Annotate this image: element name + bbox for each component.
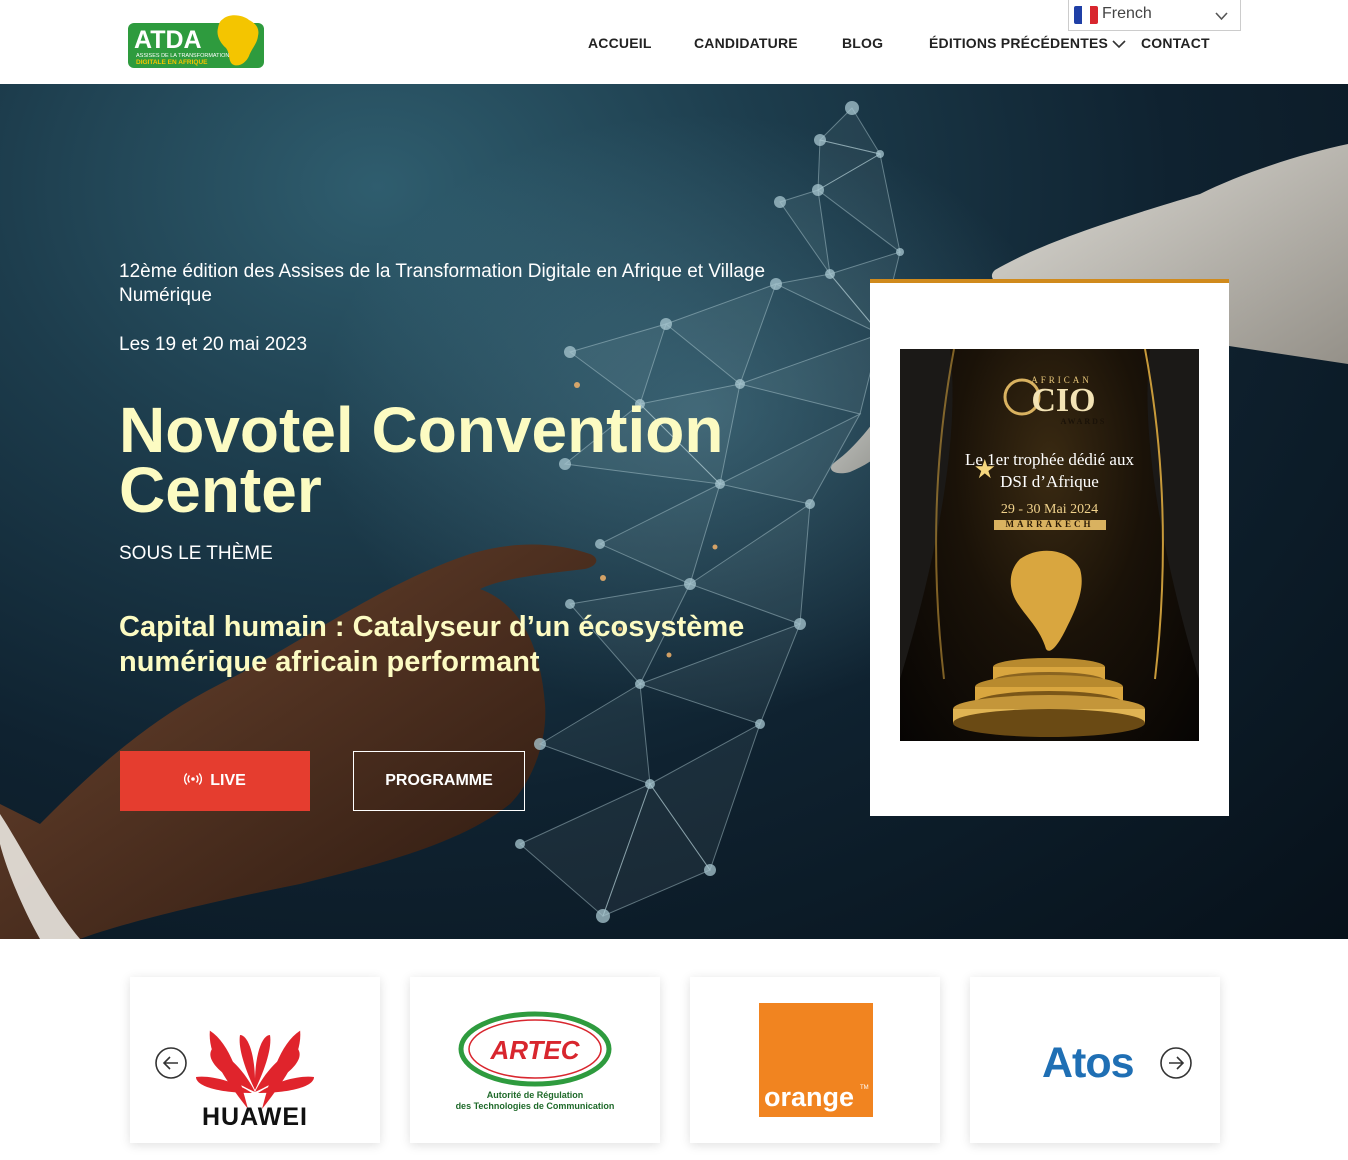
live-button[interactable]: LIVE (120, 751, 310, 811)
orange-wordmark: orange (764, 1082, 854, 1112)
partners-carousel: HUAWEI ARTEC Autorité de Régulation des … (0, 939, 1348, 1160)
venue-title: Novotel Convention Center (119, 394, 724, 526)
chevron-down-icon (1215, 8, 1228, 26)
artec-wordmark: ARTEC (489, 1035, 580, 1065)
svg-text:DIGITALE EN AFRIQUE: DIGITALE EN AFRIQUE (136, 59, 208, 66)
hero-banner: 12ème édition des Assises de la Transfor… (0, 84, 1348, 939)
svg-text:TM: TM (860, 1085, 869, 1091)
promo-card: AFRICAN CIO AWARDS Le 1er trophée dédié … (870, 279, 1229, 816)
site-header: ATDA ASSISES DE LA TRANSFORMATION DIGITA… (0, 0, 1348, 84)
language-label: French (1102, 5, 1152, 22)
main-nav: ACCUEIL CANDIDATURE BLOG ÉDITIONS PRÉCÉD… (0, 35, 1348, 55)
poster-awards: AWARDS (1060, 417, 1107, 426)
edition-text: 12ème édition des Assises de la Transfor… (119, 261, 766, 306)
theme-label: SOUS LE THÈME (119, 543, 273, 564)
atos-wordmark: Atos (1042, 1039, 1134, 1087)
broadcast-icon (184, 772, 210, 790)
theme-title: Capital humain : Catalyseur d’un écosyst… (119, 611, 745, 678)
nav-editions-label: ÉDITIONS PRÉCÉDENTES (929, 35, 1109, 51)
svg-text:Autorité de Régulation: Autorité de Régulation (487, 1090, 584, 1100)
programme-button[interactable]: PROGRAMME (353, 751, 525, 811)
nav-editions-precedentes[interactable]: ÉDITIONS PRÉCÉDENTES (929, 35, 1126, 52)
poster-headline-1: Le 1er trophée dédié aux (965, 450, 1134, 469)
partner-orange[interactable]: orange TM (690, 977, 940, 1143)
poster-headline-2: DSI d’Afrique (1000, 472, 1099, 491)
poster-city: MARRAKECH (1005, 519, 1094, 529)
arrow-right-circle-icon[interactable] (1159, 1046, 1193, 1080)
cio-awards-poster[interactable]: AFRICAN CIO AWARDS Le 1er trophée dédié … (900, 349, 1199, 741)
partner-artec[interactable]: ARTEC Autorité de Régulation des Technol… (410, 977, 660, 1143)
poster-cio: CIO (1031, 382, 1096, 419)
nav-accueil[interactable]: ACCUEIL (588, 35, 652, 51)
language-select[interactable]: French (1068, 0, 1241, 31)
nav-blog[interactable]: BLOG (842, 35, 883, 51)
svg-text:des Technologies de Communicat: des Technologies de Communication (456, 1101, 615, 1111)
nav-contact[interactable]: CONTACT (1141, 35, 1210, 51)
huawei-wordmark: HUAWEI (202, 1103, 308, 1131)
chevron-down-icon (1112, 36, 1126, 52)
nav-candidature[interactable]: CANDIDATURE (694, 35, 798, 51)
live-button-label: LIVE (210, 772, 246, 789)
event-dates: Les 19 et 20 mai 2023 (119, 334, 308, 355)
arrow-left-circle-icon[interactable] (154, 1046, 188, 1080)
poster-date: 29 - 30 Mai 2024 (1000, 502, 1099, 517)
fr-flag-icon (1074, 6, 1098, 24)
